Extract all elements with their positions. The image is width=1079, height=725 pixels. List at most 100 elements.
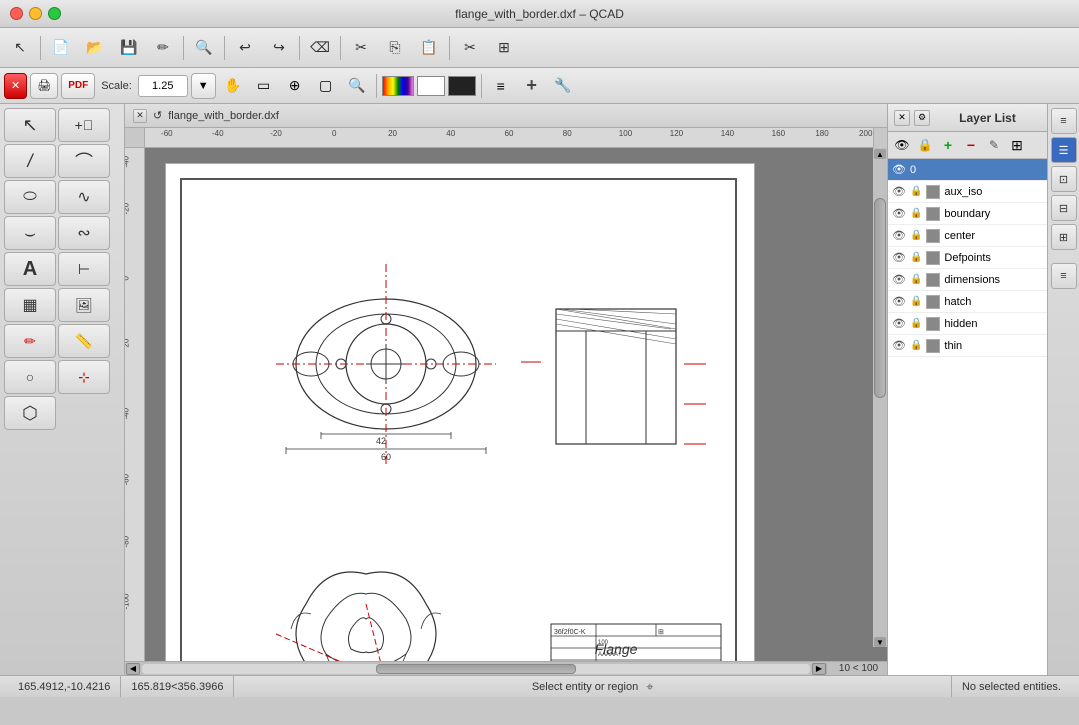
add-layer-button[interactable]: + (938, 135, 958, 155)
layer-item-hidden[interactable]: 👁 🔒 hidden (888, 313, 1047, 335)
new-file-button[interactable]: 📄 (45, 33, 77, 63)
erase-button[interactable]: ⌫ (304, 33, 336, 63)
zoom-extents-button[interactable]: 🔍 (343, 73, 371, 99)
settings-button[interactable]: 🔧 (549, 73, 577, 99)
tab-close-button[interactable]: ✕ (133, 109, 147, 123)
layer-color-swatch (926, 185, 940, 199)
info-icon-button[interactable]: ⊟ (1051, 195, 1077, 221)
scale-input[interactable] (138, 75, 188, 97)
canvas-area: ✕ ↺ flange_with_border.dxf -60 -40 -20 0… (125, 104, 887, 675)
eye-toggle-button[interactable]: 👁 (892, 135, 912, 155)
circle-shape-button[interactable]: ○ (4, 360, 56, 394)
minimize-button[interactable] (29, 7, 42, 20)
tab-refresh[interactable]: ↺ (153, 109, 162, 122)
scissors2-button[interactable]: ✂ (454, 33, 486, 63)
insert-button[interactable]: ⊞ (488, 33, 520, 63)
scale-dropdown-button[interactable]: ▼ (191, 73, 216, 99)
redo-button[interactable]: ↪ (263, 33, 295, 63)
view-icon-button[interactable]: ⊞ (1051, 224, 1077, 250)
zoom-button[interactable]: 🔍 (188, 33, 220, 63)
curve-tool-button[interactable]: ⌣ (4, 216, 56, 250)
ruler-tool-button[interactable]: 📏 (58, 324, 110, 358)
v-ruler-label: -100 (125, 593, 131, 609)
layer-item-dimensions[interactable]: 👁 🔒 dimensions (888, 269, 1047, 291)
svg-text:42: 42 (376, 436, 386, 446)
pencil-red-button[interactable]: ✏ (4, 324, 56, 358)
layer-item-defpoints[interactable]: 👁 🔒 Defpoints (888, 247, 1047, 269)
edit-file-button[interactable]: ✏ (147, 33, 179, 63)
lock-toggle-button[interactable]: 🔒 (915, 135, 935, 155)
properties-icon-button[interactable]: ≡ (1051, 108, 1077, 134)
copy-button[interactable]: ⎘ (379, 33, 411, 63)
hatch-tool-button[interactable]: ▦ (4, 288, 56, 322)
panel-title: Layer List (934, 111, 1041, 125)
ruler-label: 100 (619, 129, 632, 138)
pointer-tool-button[interactable]: ⊹ (58, 360, 110, 394)
layer-item-hatch[interactable]: 👁 🔒 hatch (888, 291, 1047, 313)
layer-item-0[interactable]: 👁 0 (888, 159, 1047, 181)
hand-tool-button[interactable]: ✋ (219, 73, 247, 99)
rect-snap-button[interactable]: ▭ (250, 73, 278, 99)
layer-eye-icon: 👁 (892, 317, 906, 330)
layer-panel: ✕ ⚙ Layer List 👁 🔒 + − ✎ ⊞ 👁 0 (887, 104, 1047, 675)
layers-icon-button[interactable]: ☰ (1051, 137, 1077, 163)
pdf-button[interactable]: PDF (61, 73, 95, 99)
window-controls[interactable] (10, 7, 61, 20)
snap-icon-button[interactable]: ⊡ (1051, 166, 1077, 192)
text-tool-button[interactable]: A (4, 252, 56, 286)
select-tool-button[interactable]: ↖ (4, 33, 36, 63)
open-file-button[interactable]: 📂 (79, 33, 111, 63)
layer-eye-icon: 👁 (892, 185, 906, 198)
main-toolbar: ↖ 📄 📂 💾 ✏ 🔍 ↩ ↪ ⌫ ✂ ⎘ 📋 ✂ ⊞ (0, 28, 1079, 68)
layer-item-thin[interactable]: 👁 🔒 thin (888, 335, 1047, 357)
select-arrow-button[interactable]: ↖ (4, 108, 56, 142)
view-box-button[interactable]: ▢ (312, 73, 340, 99)
layer-item-center[interactable]: 👁 🔒 center (888, 225, 1047, 247)
spline-tool-button[interactable]: ∿ (58, 180, 110, 214)
crosshair-button[interactable]: ⊕ (281, 73, 309, 99)
edit-layer-button[interactable]: ✎ (984, 135, 1004, 155)
wave-tool-button[interactable]: ∾ (58, 216, 110, 250)
scrollbar-thumb[interactable] (874, 198, 886, 398)
ellipse-tool-button[interactable]: ⬭ (4, 180, 56, 214)
drawing-viewport[interactable]: 42 60 (145, 148, 887, 661)
vertical-scrollbar[interactable]: ▲ ▼ (873, 148, 887, 647)
cube-tool-button[interactable]: ⬡ (4, 396, 56, 430)
save-file-button[interactable]: 💾 (113, 33, 145, 63)
cut-button[interactable]: ✂ (345, 33, 377, 63)
color-settings-button[interactable] (382, 76, 414, 96)
panel-settings-button[interactable]: ⚙ (914, 110, 930, 126)
scroll-left-button[interactable]: ◀ (126, 663, 140, 675)
line-tool-button[interactable]: / (4, 144, 56, 178)
layer-lock-icon: 🔒 (910, 252, 922, 263)
scroll-down-button[interactable]: ▼ (874, 637, 886, 647)
image-tool-button[interactable]: 🖼 (58, 288, 110, 322)
layer-lock-icon: 🔒 (910, 230, 922, 241)
paste-button[interactable]: 📋 (413, 33, 445, 63)
fill-button[interactable] (448, 76, 476, 96)
print-button[interactable]: 🖨 (30, 73, 58, 99)
scrollbar-h-thumb[interactable] (376, 664, 576, 674)
layer-item-aux-iso[interactable]: 👁 🔒 aux_iso (888, 181, 1047, 203)
close-button[interactable] (10, 7, 23, 20)
layer-name: boundary (944, 208, 1043, 220)
layer-settings-button[interactable]: ⊞ (1007, 135, 1027, 155)
line-weight-button[interactable] (417, 76, 445, 96)
scroll-right-button[interactable]: ▶ (812, 663, 826, 675)
maximize-button[interactable] (48, 7, 61, 20)
ruler-label: 40 (446, 129, 455, 138)
layer-item-boundary[interactable]: 👁 🔒 boundary (888, 203, 1047, 225)
scale-label: Scale: (101, 80, 132, 92)
plus-cursor-button[interactable]: +⃝ (58, 108, 110, 142)
remove-layer-button[interactable]: − (961, 135, 981, 155)
scrollbar-h-track[interactable] (142, 664, 810, 674)
scroll-up-button[interactable]: ▲ (874, 149, 886, 159)
extra-icon-button[interactable]: ≡ (1051, 263, 1077, 289)
dimension-tool-button[interactable]: ⊢ (58, 252, 110, 286)
panel-close-button[interactable]: ✕ (894, 110, 910, 126)
arc-tool-button[interactable]: ⌒ (58, 144, 110, 178)
add-layer-button[interactable]: + (518, 73, 546, 99)
close-doc-button[interactable]: ✕ (4, 73, 27, 99)
properties-button[interactable]: ≡ (487, 73, 515, 99)
undo-button[interactable]: ↩ (229, 33, 261, 63)
